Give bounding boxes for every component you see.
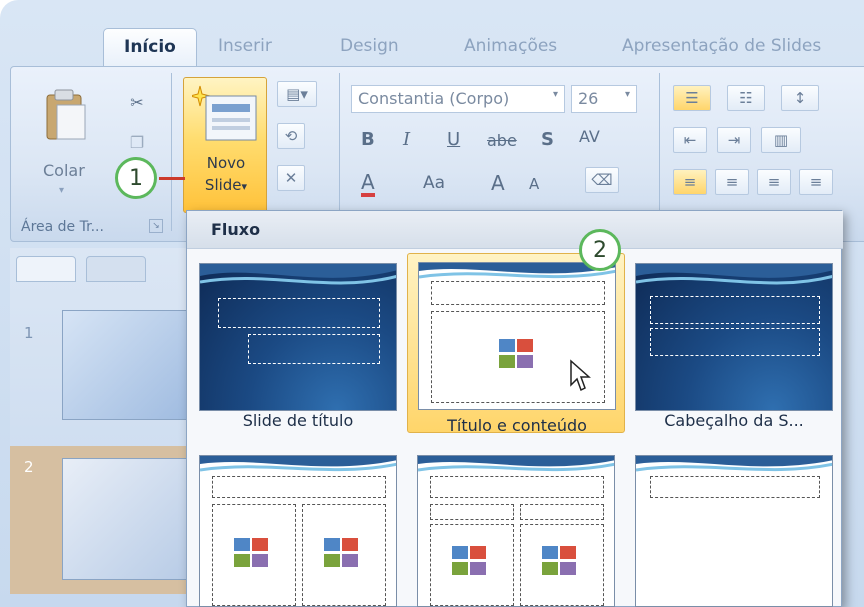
slides-tab[interactable] bbox=[16, 256, 76, 282]
clipboard-group-label: Área de Tr... bbox=[21, 219, 104, 235]
chevron-down-icon[interactable]: ▾ bbox=[59, 185, 64, 196]
paste-button[interactable]: Colar bbox=[43, 161, 85, 180]
align-center-icon[interactable]: ≡ bbox=[715, 169, 749, 195]
callout-line bbox=[159, 177, 185, 180]
title-placeholder bbox=[650, 476, 820, 498]
font-color-button[interactable]: A bbox=[361, 171, 375, 197]
underline-button[interactable]: U bbox=[447, 129, 460, 150]
text-placeholder bbox=[430, 504, 514, 520]
group-separator bbox=[339, 73, 340, 231]
content-icon bbox=[499, 339, 533, 368]
callout-one: 1 bbox=[115, 157, 157, 199]
subtitle-placeholder bbox=[248, 334, 380, 364]
layout-thumbnail bbox=[635, 263, 833, 411]
layout-label: Cabeçalho da S... bbox=[664, 411, 804, 430]
layout-gallery: Fluxo Slide de título Título e conteúdo … bbox=[186, 210, 843, 607]
layout-title-slide[interactable]: Slide de título bbox=[189, 257, 407, 437]
group-separator bbox=[171, 73, 172, 231]
layout-title-only[interactable] bbox=[635, 455, 833, 607]
spacing-button[interactable]: AV bbox=[579, 127, 600, 146]
layout-label: Slide de título bbox=[242, 411, 354, 430]
slide-thumbnail[interactable] bbox=[62, 458, 192, 580]
change-case-button[interactable]: Aa bbox=[423, 173, 445, 193]
slide-number: 2 bbox=[24, 458, 34, 476]
align-right-icon[interactable]: ≡ bbox=[757, 169, 791, 195]
align-left-icon[interactable]: ≡ bbox=[673, 169, 707, 195]
clear-format-icon[interactable]: ⌫ bbox=[585, 167, 619, 193]
outline-tab[interactable] bbox=[86, 256, 146, 282]
layout-thumbnail bbox=[199, 263, 397, 411]
justify-icon[interactable]: ≡ bbox=[799, 169, 833, 195]
font-size-combo[interactable]: 26 ▾ bbox=[571, 85, 637, 113]
callout-two: 2 bbox=[579, 229, 621, 271]
text-placeholder bbox=[650, 328, 820, 356]
mouse-cursor-icon bbox=[570, 359, 591, 392]
bold-button[interactable]: B bbox=[361, 129, 375, 150]
text-placeholder bbox=[520, 504, 604, 520]
title-placeholder bbox=[218, 298, 380, 328]
new-slide-button[interactable]: Novo Slide▾ bbox=[183, 77, 267, 213]
layout-two-content[interactable] bbox=[199, 455, 397, 607]
italic-button[interactable]: I bbox=[403, 129, 410, 150]
layout-comparison[interactable] bbox=[417, 455, 615, 607]
layout-icon[interactable]: ▤▾ bbox=[277, 81, 317, 107]
numbering-icon[interactable]: ☷ bbox=[727, 85, 765, 111]
layout-label: Título e conteúdo bbox=[447, 416, 587, 435]
copy-icon[interactable]: ❐ bbox=[125, 129, 149, 155]
tab-animacoes[interactable]: Animações bbox=[464, 36, 557, 56]
layout-section-header[interactable]: Cabeçalho da S... bbox=[625, 257, 843, 437]
cut-icon[interactable]: ✂ bbox=[125, 89, 149, 115]
content-icon bbox=[324, 538, 358, 567]
title-placeholder bbox=[212, 476, 386, 498]
group-separator bbox=[659, 73, 660, 231]
slides-panel: 1 2 bbox=[10, 248, 192, 607]
grow-font-button[interactable]: A bbox=[491, 171, 505, 195]
content-icon bbox=[452, 546, 486, 575]
layout-title-content[interactable]: Título e conteúdo bbox=[407, 253, 625, 435]
line-spacing-icon[interactable]: ↕ bbox=[781, 85, 819, 111]
increase-indent-icon[interactable]: ⇥ bbox=[717, 127, 751, 153]
bullets-icon[interactable]: ☰ bbox=[673, 85, 711, 111]
reset-icon[interactable]: ⟲ bbox=[277, 123, 305, 149]
new-slide-label-1: Novo bbox=[206, 154, 246, 172]
tab-apresentacao[interactable]: Apresentação de Slides bbox=[622, 36, 821, 56]
paste-icon[interactable] bbox=[41, 85, 91, 145]
font-name-combo[interactable]: Constantia (Corpo) ▾ bbox=[351, 85, 565, 113]
slide-thumbnail[interactable] bbox=[62, 310, 192, 420]
tab-design[interactable]: Design bbox=[340, 36, 399, 56]
title-placeholder bbox=[430, 476, 604, 498]
title-placeholder bbox=[650, 296, 820, 324]
slide-number: 1 bbox=[24, 324, 34, 342]
content-icon bbox=[542, 546, 576, 575]
content-icon bbox=[234, 538, 268, 567]
new-slide-label-2: Slide▾ bbox=[204, 176, 248, 194]
tab-inicio[interactable]: Início bbox=[103, 28, 197, 68]
dialog-launcher-icon[interactable]: ↘ bbox=[149, 219, 163, 233]
gallery-header: Fluxo bbox=[187, 211, 843, 249]
powerpoint-window: Início Inserir Design Animações Apresent… bbox=[0, 0, 864, 607]
layout-thumbnail bbox=[418, 262, 616, 410]
strike-button[interactable]: abe bbox=[487, 131, 517, 150]
shrink-font-button[interactable]: A bbox=[529, 175, 539, 193]
ribbon-tabs: Início Inserir Design Animações Apresent… bbox=[0, 28, 864, 68]
tab-inserir[interactable]: Inserir bbox=[218, 36, 272, 56]
columns-icon[interactable]: ▥ bbox=[761, 127, 801, 153]
title-placeholder bbox=[431, 281, 605, 305]
shadow-button[interactable]: S bbox=[541, 129, 554, 150]
delete-slide-icon[interactable]: ✕ bbox=[277, 165, 305, 191]
decrease-indent-icon[interactable]: ⇤ bbox=[673, 127, 707, 153]
